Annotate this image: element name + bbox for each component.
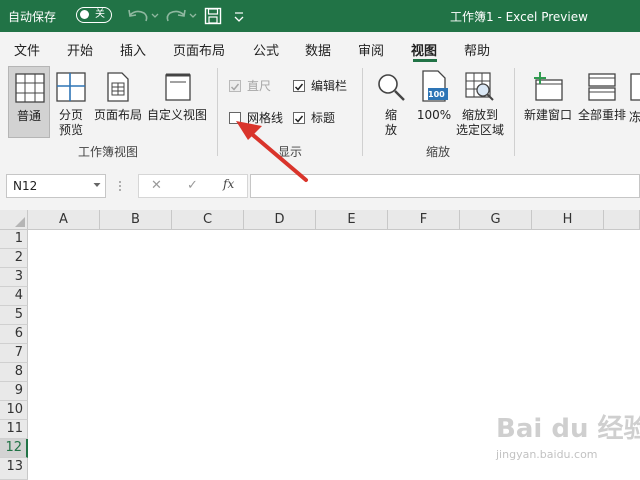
watermark-logo: Bai du 经验	[496, 414, 640, 444]
baidu-watermark: Bai du 经验 jingyan.baidu.com	[492, 408, 640, 480]
watermark-url: jingyan.baidu.com	[496, 448, 598, 461]
